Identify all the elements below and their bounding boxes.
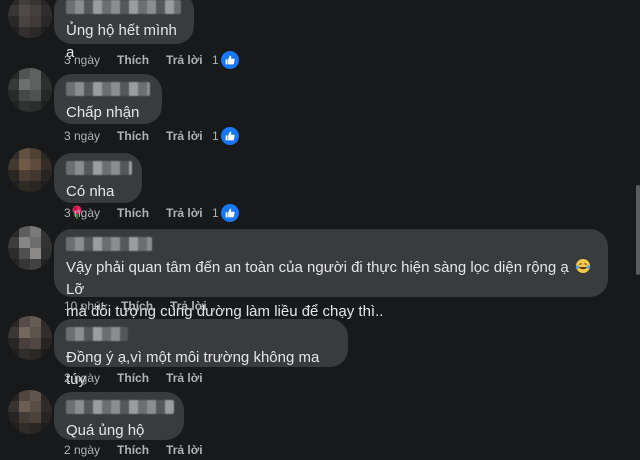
comment-actions: 3 ngày Thích Trả lời xyxy=(64,128,220,144)
like-link[interactable]: Thích xyxy=(117,206,149,220)
comment-actions: 10 phút Thích Trả lời xyxy=(64,298,224,314)
reply-link[interactable]: Trả lời xyxy=(166,53,203,67)
comment-bubble: Đồng ý ạ,vì một môi trường không ma túy xyxy=(54,319,348,388)
reaction-number: 1 xyxy=(212,129,219,143)
thumbs-up-icon xyxy=(220,127,239,145)
reaction-count[interactable]: 1 xyxy=(212,127,239,145)
comment-bubble: Ủng hộ hết mình ạ xyxy=(54,0,194,61)
commenter-name[interactable] xyxy=(66,82,150,96)
comment-text: Chấp nhận xyxy=(66,104,140,121)
commenter-name[interactable] xyxy=(66,161,132,175)
avatar[interactable] xyxy=(8,316,52,360)
thumbs-up-icon xyxy=(220,51,239,69)
avatar[interactable] xyxy=(8,68,52,112)
comment-text-content: Có nha xyxy=(66,183,115,200)
comment-actions: 2 ngày Thích Trả lời xyxy=(64,442,220,458)
comment-time[interactable]: 3 ngày xyxy=(64,129,100,143)
reaction-number: 1 xyxy=(212,53,219,67)
like-link[interactable]: Thích xyxy=(121,299,153,313)
thumbs-up-icon xyxy=(220,204,239,222)
comment-actions: 3 ngày Thích Trả lời xyxy=(64,52,220,68)
like-link[interactable]: Thích xyxy=(117,443,149,457)
like-link[interactable]: Thích xyxy=(117,371,149,385)
avatar[interactable] xyxy=(8,0,52,38)
reply-link[interactable]: Trả lời xyxy=(170,299,207,313)
comment-actions: 3 ngày Thích Trả lời xyxy=(64,205,220,221)
like-link[interactable]: Thích xyxy=(117,129,149,143)
reply-link[interactable]: Trả lời xyxy=(166,371,203,385)
scrollbar[interactable] xyxy=(636,185,640,275)
comment-time[interactable]: 10 phút xyxy=(64,299,104,313)
reaction-count[interactable]: 1 xyxy=(212,204,239,222)
comment-text-line: Vậy phải quan tâm đến an toàn của người … xyxy=(66,259,569,276)
comment-text-line-end: Lỡ xyxy=(66,281,85,298)
reply-link[interactable]: Trả lời xyxy=(166,206,203,220)
reply-link[interactable]: Trả lời xyxy=(166,443,203,457)
commenter-name[interactable] xyxy=(66,0,181,14)
commenter-name[interactable] xyxy=(66,400,174,414)
reply-link[interactable]: Trả lời xyxy=(166,129,203,143)
avatar[interactable] xyxy=(8,390,52,434)
like-link[interactable]: Thích xyxy=(117,53,149,67)
comment-bubble: Chấp nhận xyxy=(54,74,162,124)
laughing-tears-emoji-icon xyxy=(575,259,591,273)
comment-bubble: Quá ủng hộ xyxy=(54,392,184,440)
comment-time[interactable]: 2 ngày xyxy=(64,443,100,457)
avatar[interactable] xyxy=(8,226,52,270)
comment-bubble: Vậy phải quan tâm đến an toàn của người … xyxy=(54,229,608,320)
commenter-name[interactable] xyxy=(66,327,128,341)
commenter-name[interactable] xyxy=(66,237,152,251)
comment-text: Quá ủng hộ xyxy=(66,422,145,439)
avatar[interactable] xyxy=(8,148,52,192)
comment-time[interactable]: 3 ngày xyxy=(64,206,100,220)
reaction-number: 1 xyxy=(212,206,219,220)
comment-bubble: Có nha xyxy=(54,153,142,219)
reaction-count[interactable]: 1 xyxy=(212,51,239,69)
comment-time[interactable]: 3 ngày xyxy=(64,53,100,67)
comment-time[interactable]: 2 ngày xyxy=(64,371,100,385)
comment-actions: 2 ngày Thích Trả lời xyxy=(64,370,220,386)
